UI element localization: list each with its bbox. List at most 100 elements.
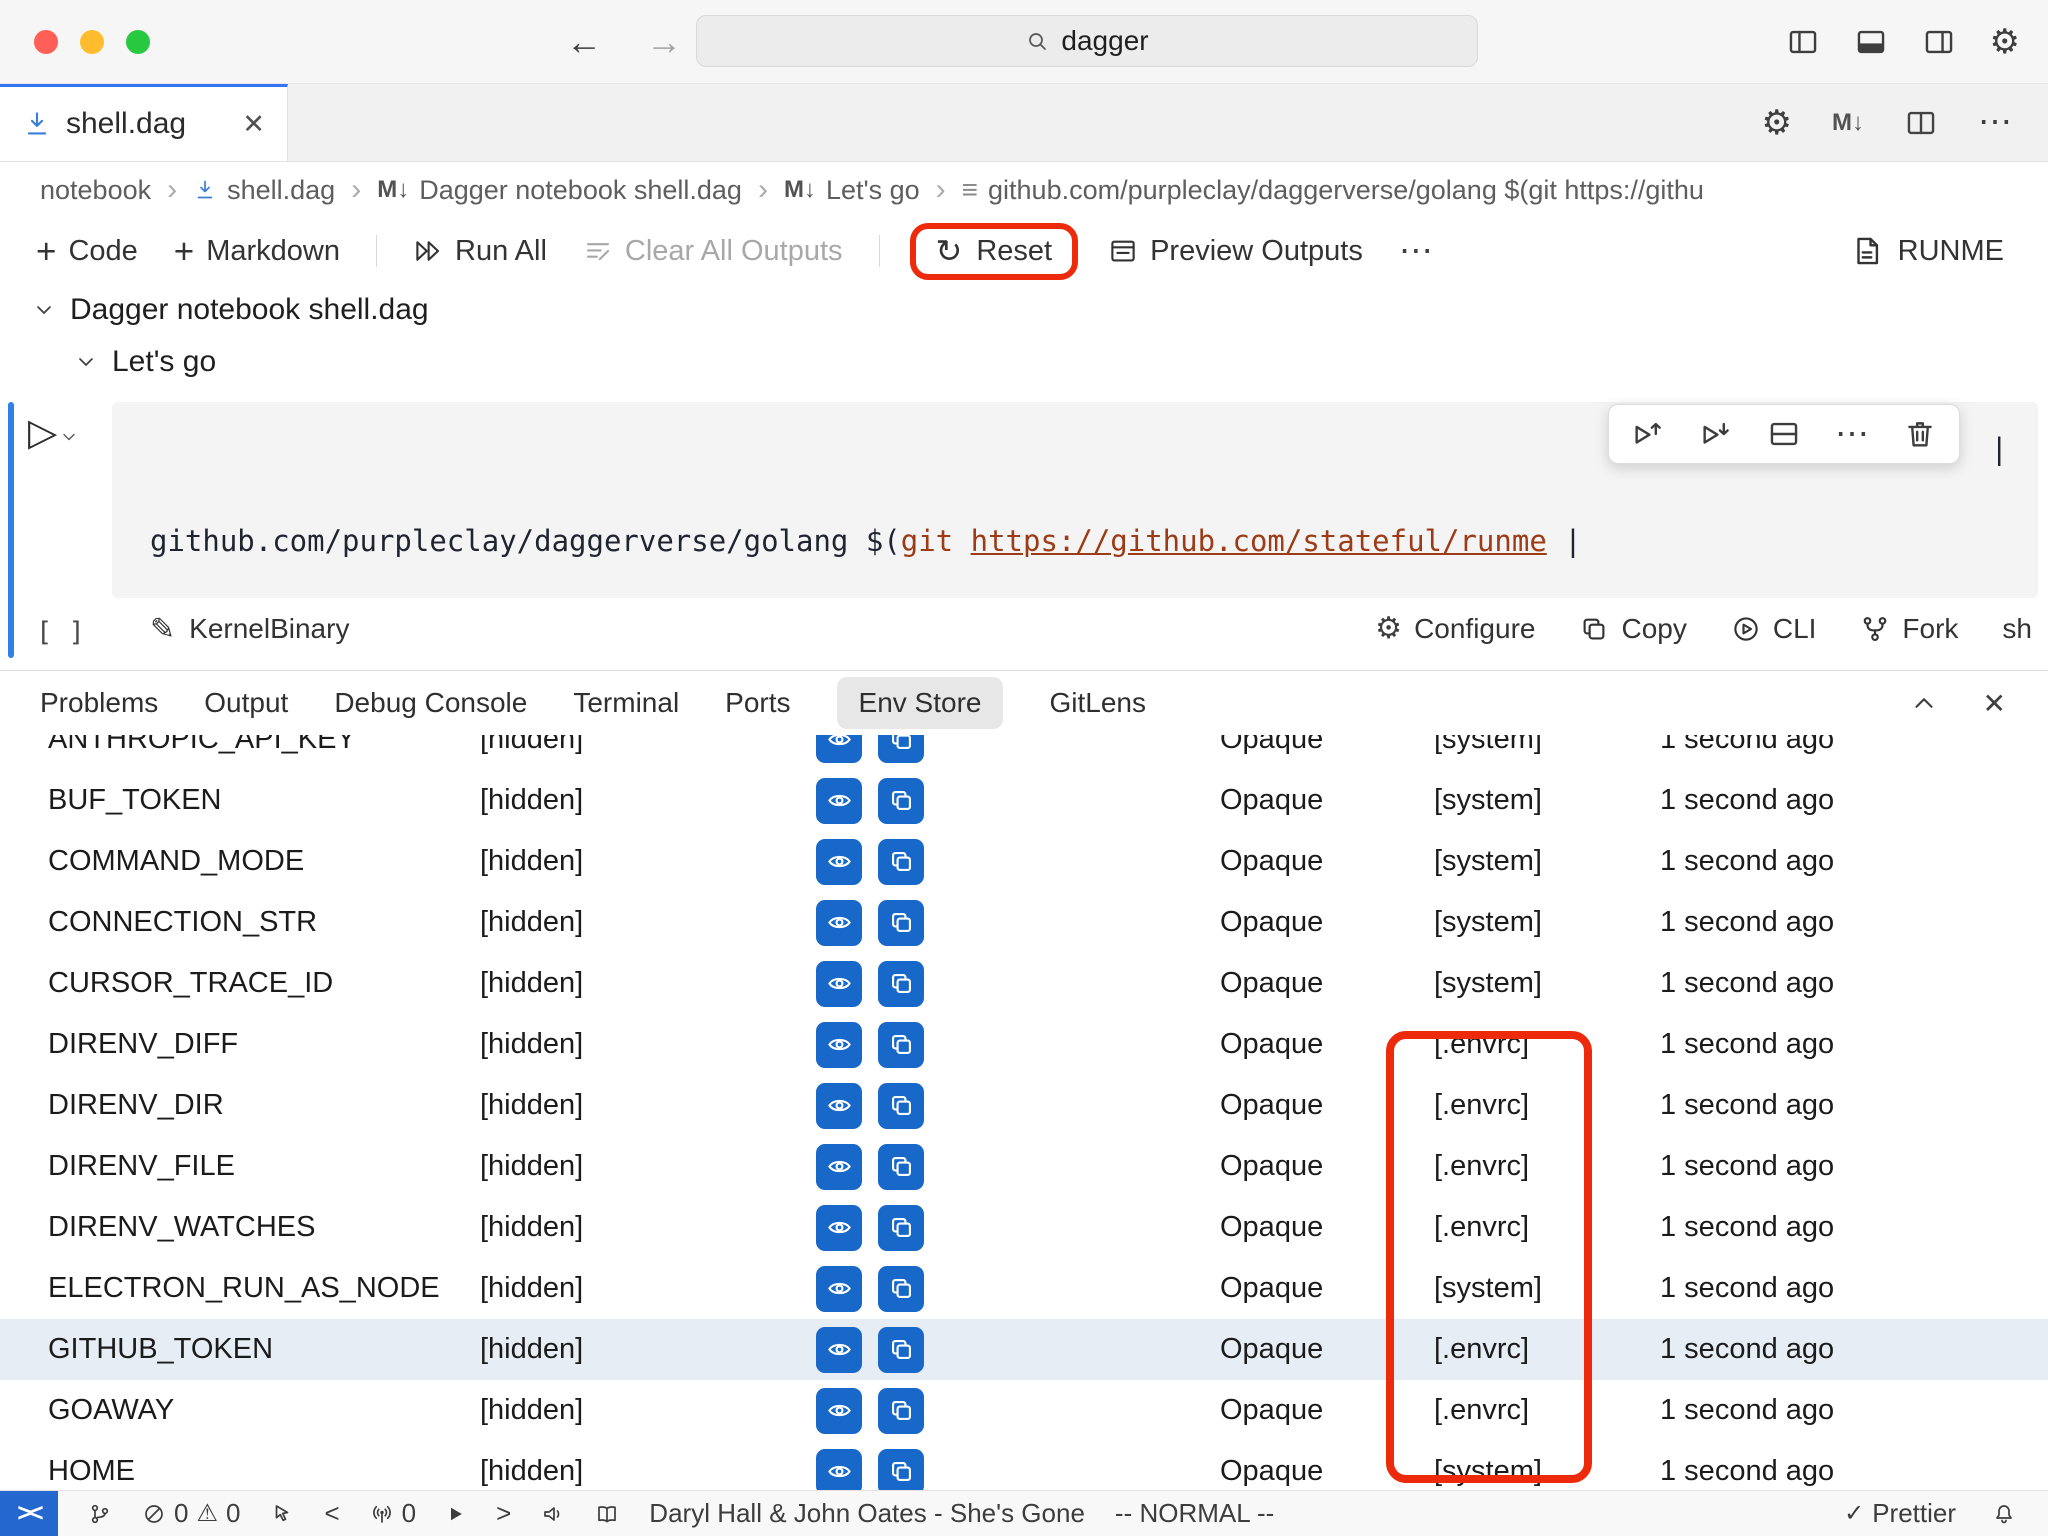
tab-debug-console[interactable]: Debug Console bbox=[334, 687, 527, 719]
reveal-secret-button[interactable] bbox=[816, 900, 862, 946]
reveal-secret-button[interactable] bbox=[816, 1266, 862, 1312]
next-button[interactable]: > bbox=[496, 1498, 511, 1529]
reveal-secret-button[interactable] bbox=[816, 735, 862, 763]
previous-button[interactable]: < bbox=[324, 1498, 339, 1529]
reveal-secret-button[interactable] bbox=[816, 1144, 862, 1190]
env-table-row[interactable]: CURSOR_TRACE_ID [hidden] Opaque [system]… bbox=[0, 953, 2048, 1014]
reveal-secret-button[interactable] bbox=[816, 1327, 862, 1373]
toggle-left-sidebar-icon[interactable] bbox=[1786, 25, 1820, 59]
env-table-row[interactable]: DIRENV_WATCHES [hidden] Opaque [.envrc] … bbox=[0, 1197, 2048, 1258]
play-media-button[interactable] bbox=[446, 1504, 466, 1524]
copy-secret-button[interactable] bbox=[878, 839, 924, 885]
add-markdown-cell-button[interactable]: + Markdown bbox=[174, 234, 340, 269]
kernel-binary-label[interactable]: KernelBinary bbox=[189, 613, 349, 645]
env-table-row[interactable]: ANTHROPIC_API_KEY [hidden] Opaque [syste… bbox=[0, 735, 2048, 770]
more-actions-icon[interactable]: ⋯ bbox=[1978, 112, 2012, 132]
execute-below-button[interactable] bbox=[1699, 417, 1733, 451]
code-url-link[interactable]: https://github.com/stateful/runme bbox=[971, 524, 1547, 558]
tab-problems[interactable]: Problems bbox=[40, 687, 158, 719]
settings-gear-icon[interactable]: ⚙ bbox=[1990, 25, 2020, 59]
runme-brand[interactable]: RUNME bbox=[1850, 234, 2048, 268]
copy-secret-button[interactable] bbox=[878, 1205, 924, 1251]
breadcrumb-notebook-title[interactable]: M↓ Dagger notebook shell.dag bbox=[377, 175, 742, 206]
copy-secret-button[interactable] bbox=[878, 1144, 924, 1190]
section-title-row[interactable]: Let's go bbox=[0, 336, 2048, 388]
cursor-tool-button[interactable] bbox=[270, 1502, 294, 1526]
close-panel-button[interactable]: ✕ bbox=[1983, 687, 2006, 720]
env-store-table[interactable]: ANTHROPIC_API_KEY [hidden] Opaque [syste… bbox=[0, 735, 2048, 1490]
volume-button[interactable] bbox=[541, 1502, 565, 1526]
env-table-row[interactable]: CONNECTION_STR [hidden] Opaque [system] … bbox=[0, 892, 2048, 953]
chevron-down-icon[interactable] bbox=[74, 350, 98, 374]
env-table-row[interactable]: DIRENV_FILE [hidden] Opaque [.envrc] 1 s… bbox=[0, 1136, 2048, 1197]
breadcrumb-section[interactable]: M↓ Let's go bbox=[784, 175, 920, 206]
remote-indicator[interactable]: >< bbox=[0, 1491, 58, 1536]
close-window-button[interactable] bbox=[34, 30, 58, 54]
env-table-row[interactable]: GOAWAY [hidden] Opaque [.envrc] 1 second… bbox=[0, 1380, 2048, 1441]
source-control-button[interactable] bbox=[88, 1502, 112, 1526]
copy-secret-button[interactable] bbox=[878, 1083, 924, 1129]
reveal-secret-button[interactable] bbox=[816, 778, 862, 824]
tab-output[interactable]: Output bbox=[204, 687, 288, 719]
reveal-secret-button[interactable] bbox=[816, 1449, 862, 1491]
problems-summary[interactable]: 0 ⚠ 0 bbox=[142, 1498, 240, 1529]
chevron-down-icon[interactable] bbox=[59, 427, 79, 447]
fork-button[interactable]: Fork bbox=[1860, 613, 1958, 645]
markdown-down-icon[interactable]: M↓ bbox=[1832, 109, 1864, 137]
toggle-right-sidebar-icon[interactable] bbox=[1922, 25, 1956, 59]
clear-all-outputs-button[interactable]: Clear All Outputs bbox=[583, 235, 843, 268]
zoom-window-button[interactable] bbox=[126, 30, 150, 54]
reset-button[interactable]: ↻ Reset bbox=[936, 235, 1053, 268]
delete-cell-button[interactable] bbox=[1903, 417, 1937, 451]
notifications-button[interactable] bbox=[1992, 1502, 2016, 1526]
maximize-panel-button[interactable] bbox=[1909, 688, 1939, 718]
reveal-secret-button[interactable] bbox=[816, 1022, 862, 1068]
toggle-bottom-panel-icon[interactable] bbox=[1854, 25, 1888, 59]
reveal-secret-button[interactable] bbox=[816, 1205, 862, 1251]
copy-secret-button[interactable] bbox=[878, 735, 924, 763]
more-toolbar-actions-icon[interactable]: ⋯ bbox=[1399, 241, 1433, 261]
split-cell-button[interactable] bbox=[1767, 417, 1801, 451]
back-arrow-icon[interactable]: ← bbox=[566, 21, 602, 63]
copy-button[interactable]: Copy bbox=[1579, 613, 1686, 645]
env-table-row[interactable]: ELECTRON_RUN_AS_NODE [hidden] Opaque [sy… bbox=[0, 1258, 2048, 1319]
split-editor-icon[interactable] bbox=[1904, 106, 1938, 140]
notebook-title-row[interactable]: Dagger notebook shell.dag bbox=[0, 284, 2048, 336]
env-table-row[interactable]: HOME [hidden] Opaque [system] 1 second a… bbox=[0, 1441, 2048, 1490]
run-cell-button[interactable]: ▷ bbox=[28, 410, 108, 455]
close-tab-icon[interactable]: ✕ bbox=[242, 109, 265, 140]
env-table-row[interactable]: BUF_TOKEN [hidden] Opaque [system] 1 sec… bbox=[0, 770, 2048, 831]
copy-secret-button[interactable] bbox=[878, 1449, 924, 1491]
configure-button[interactable]: ⚙ Configure bbox=[1375, 613, 1535, 645]
broadcast-status[interactable]: 0 bbox=[370, 1498, 416, 1529]
now-playing-label[interactable]: Daryl Hall & John Oates - She's Gone bbox=[649, 1498, 1085, 1529]
notebook-settings-gear-icon[interactable]: ⚙ bbox=[1762, 106, 1792, 140]
reveal-secret-button[interactable] bbox=[816, 839, 862, 885]
forward-arrow-icon[interactable]: → bbox=[646, 21, 682, 63]
breadcrumb-cell[interactable]: ≡ github.com/purpleclay/daggerverse/gola… bbox=[962, 174, 1704, 206]
tab-shell-dag[interactable]: shell.dag ✕ bbox=[0, 84, 288, 161]
command-center-search[interactable]: dagger bbox=[696, 15, 1478, 67]
breadcrumb-file[interactable]: shell.dag bbox=[193, 175, 335, 206]
reveal-secret-button[interactable] bbox=[816, 961, 862, 1007]
tab-terminal[interactable]: Terminal bbox=[573, 687, 679, 719]
copy-secret-button[interactable] bbox=[878, 1022, 924, 1068]
copy-secret-button[interactable] bbox=[878, 778, 924, 824]
env-table-row[interactable]: GITHUB_TOKEN [hidden] Opaque [.envrc] 1 … bbox=[0, 1319, 2048, 1380]
prettier-status[interactable]: ✓ Prettier bbox=[1844, 1498, 1956, 1529]
copy-secret-button[interactable] bbox=[878, 1327, 924, 1373]
cell-language-label[interactable]: sh bbox=[2002, 613, 2032, 645]
copy-secret-button[interactable] bbox=[878, 961, 924, 1007]
breadcrumb-notebook[interactable]: notebook bbox=[40, 175, 151, 206]
add-code-cell-button[interactable]: + Code bbox=[36, 234, 138, 269]
tab-gitlens[interactable]: GitLens bbox=[1049, 687, 1146, 719]
env-table-row[interactable]: DIRENV_DIR [hidden] Opaque [.envrc] 1 se… bbox=[0, 1075, 2048, 1136]
execute-above-button[interactable] bbox=[1631, 417, 1665, 451]
tab-env-store[interactable]: Env Store bbox=[837, 677, 1004, 729]
reading-list-button[interactable] bbox=[595, 1502, 619, 1526]
env-table-row[interactable]: COMMAND_MODE [hidden] Opaque [system] 1 … bbox=[0, 831, 2048, 892]
copy-secret-button[interactable] bbox=[878, 900, 924, 946]
chevron-down-icon[interactable] bbox=[32, 298, 56, 322]
run-all-button[interactable]: Run All bbox=[413, 235, 547, 268]
more-cell-actions-button[interactable]: ⋯ bbox=[1835, 424, 1869, 444]
